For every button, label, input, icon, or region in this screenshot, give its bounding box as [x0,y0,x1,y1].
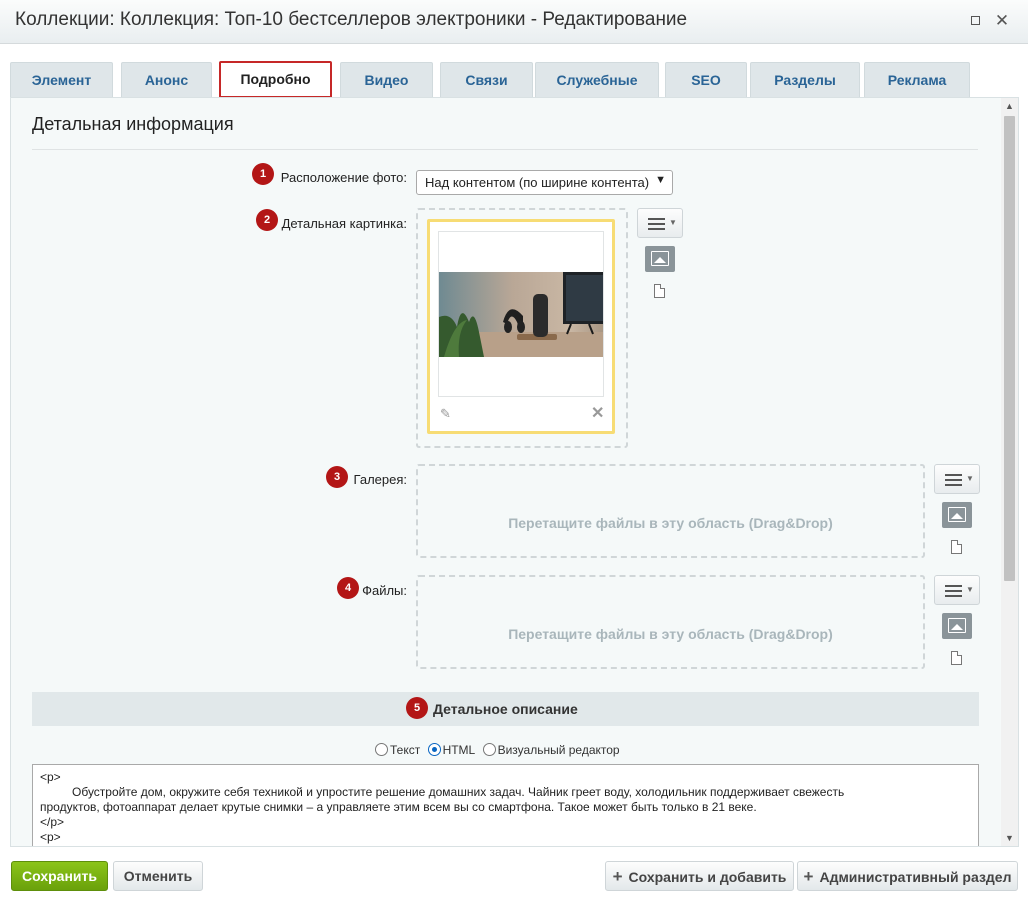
tab-video[interactable]: Видео [340,62,433,98]
detail-picture-menu-button[interactable]: ▼ [637,208,683,238]
radio-icon [375,743,388,756]
detail-picture-card[interactable]: ✎ ✕ [427,219,615,434]
gallery-label: Галерея: [353,472,407,487]
file-icon[interactable] [654,284,665,298]
file-icon[interactable] [951,651,962,665]
details-panel: Детальная информация 1 Расположение фото… [10,97,1019,847]
window-titlebar: Коллекции: Коллекция: Топ-10 бестселлеро… [0,0,1028,44]
tab-seo[interactable]: SEO [665,62,747,98]
scrollbar-thumb[interactable] [1004,116,1015,581]
code-line: </p> [40,815,65,829]
code-line: продуктов, фотоаппарат делает крутые сни… [40,800,757,814]
code-line: <p> [40,770,61,784]
image-icon[interactable] [645,246,675,272]
menu-icon [648,218,665,233]
mode-html-label: HTML [442,743,476,757]
detail-picture-frame [438,231,604,397]
files-label: Файлы: [362,583,407,598]
image-icon[interactable] [942,613,972,639]
badge-5: 5 [406,697,428,719]
menu-icon [945,585,962,600]
editor-mode-group: Текст HTML Визуальный редактор [375,743,624,757]
save-and-add-label: Сохранить и добавить [628,869,787,885]
admin-section-label: Административный раздел [819,869,1012,885]
maximize-icon[interactable] [966,12,984,30]
radio-checked-icon [427,743,441,756]
description-textarea[interactable]: <p> Обустройте дом, окружите себя техник… [32,764,979,846]
files-dropzone-text: Перетащите файлы в эту область (Drag&Dro… [508,626,833,642]
plus-icon: + [612,867,623,886]
file-icon[interactable] [951,540,962,554]
files-dropzone[interactable]: Перетащите файлы в эту область (Drag&Dro… [416,575,925,669]
window-title: Коллекции: Коллекция: Топ-10 бестселлеро… [15,9,688,30]
description-header: 5 Детальное описание [32,692,979,726]
scrollbar[interactable]: ▲ ▼ [1001,98,1018,846]
close-icon[interactable]: ✕ [591,403,604,423]
caret-down-icon: ▼ [669,218,677,227]
save-button[interactable]: Сохранить [11,861,108,891]
radio-icon [482,743,496,756]
gallery-dropzone[interactable]: Перетащите файлы в эту область (Drag&Dro… [416,464,925,558]
tab-advertising[interactable]: Реклама [864,62,970,98]
tab-sections[interactable]: Разделы [750,62,860,98]
footer-bar: Сохранить Отменить + Сохранить и добавить… [0,847,1028,903]
files-menu-button[interactable]: ▼ [934,575,980,605]
mode-visual-label: Визуальный редактор [497,743,620,757]
menu-icon [945,474,962,489]
scroll-up-icon[interactable]: ▲ [1001,98,1018,114]
mode-visual-radio[interactable]: Визуальный редактор [482,743,620,757]
caret-down-icon: ▼ [966,585,974,594]
tab-links[interactable]: Связи [440,62,533,98]
description-title: Детальное описание [433,701,578,717]
divider [32,149,978,150]
plus-icon: + [803,867,814,886]
detail-picture-thumbnail [439,272,603,357]
photo-position-label: Расположение фото: [280,170,407,185]
image-icon[interactable] [942,502,972,528]
photo-position-select[interactable]: Над контентом (по ширине контента) ▼ [416,170,673,195]
section-title: Детальная информация [32,114,234,134]
cancel-button[interactable]: Отменить [113,861,203,891]
code-line: <p> [40,830,61,844]
code-line: Обустройте дом, окружите себя техникой и… [72,785,845,799]
photo-position-value: Над контентом (по ширине контента) [425,175,650,190]
detail-picture-label: Детальная картинка: [281,216,407,231]
tab-details[interactable]: Подробно [219,61,332,98]
tab-element[interactable]: Элемент [10,62,113,98]
scroll-down-icon[interactable]: ▼ [1001,830,1018,846]
mode-text-radio[interactable]: Текст [375,743,420,757]
admin-section-button[interactable]: + Административный раздел [797,861,1018,891]
mode-text-label: Текст [390,743,421,757]
gallery-dropzone-text: Перетащите файлы в эту область (Drag&Dro… [508,515,833,531]
mode-html-radio[interactable]: HTML [427,743,476,757]
save-and-add-button[interactable]: + Сохранить и добавить [605,861,794,891]
pencil-icon[interactable]: ✎ [440,406,454,421]
tab-service[interactable]: Служебные [535,62,659,98]
close-icon[interactable]: ✕ [993,12,1011,30]
gallery-menu-button[interactable]: ▼ [934,464,980,494]
tab-announce[interactable]: Анонс [121,62,212,98]
caret-down-icon: ▼ [966,474,974,483]
chevron-down-icon: ▼ [655,174,666,186]
